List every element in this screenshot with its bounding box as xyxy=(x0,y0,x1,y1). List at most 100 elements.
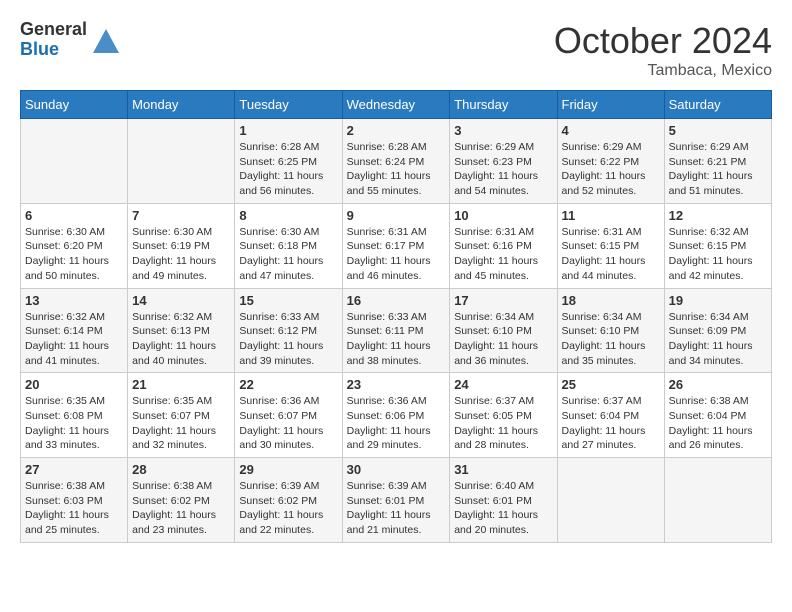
header-day-monday: Monday xyxy=(128,91,235,119)
header-day-sunday: Sunday xyxy=(21,91,128,119)
day-detail: Sunrise: 6:31 AMSunset: 6:15 PMDaylight:… xyxy=(562,225,660,284)
calendar-cell: 7 Sunrise: 6:30 AMSunset: 6:19 PMDaylight… xyxy=(128,203,235,288)
day-number: 31 xyxy=(454,462,552,477)
day-number: 21 xyxy=(132,377,230,392)
calendar-cell: 28Sunrise: 6:38 AMSunset: 6:02 PMDayligh… xyxy=(128,458,235,543)
day-detail: Sunrise: 6:28 AMSunset: 6:24 PMDaylight:… xyxy=(347,140,446,199)
header-row: SundayMondayTuesdayWednesdayThursdayFrid… xyxy=(21,91,772,119)
day-detail: Sunrise: 6:38 AMSunset: 6:04 PMDaylight:… xyxy=(669,394,767,453)
calendar-cell xyxy=(21,119,128,204)
calendar-cell: 13 Sunrise: 6:32 AMSunset: 6:14 PMDayligh… xyxy=(21,288,128,373)
day-number: 15 xyxy=(239,293,337,308)
day-number: 7 xyxy=(132,208,230,223)
calendar-cell: 17 Sunrise: 6:34 AMSunset: 6:10 PMDayligh… xyxy=(450,288,557,373)
day-number: 30 xyxy=(347,462,446,477)
day-number: 29 xyxy=(239,462,337,477)
calendar-cell: 2 Sunrise: 6:28 AMSunset: 6:24 PMDaylight… xyxy=(342,119,450,204)
logo-blue-text: Blue xyxy=(20,40,87,60)
day-detail: Sunrise: 6:37 AMSunset: 6:05 PMDaylight:… xyxy=(454,394,552,453)
day-number: 14 xyxy=(132,293,230,308)
day-detail: Sunrise: 6:36 AMSunset: 6:06 PMDaylight:… xyxy=(347,394,446,453)
day-detail: Sunrise: 6:32 AMSunset: 6:15 PMDaylight:… xyxy=(669,225,767,284)
calendar-cell: 22 Sunrise: 6:36 AMSunset: 6:07 PMDayligh… xyxy=(235,373,342,458)
calendar-cell: 11 Sunrise: 6:31 AMSunset: 6:15 PMDayligh… xyxy=(557,203,664,288)
location: Tambaca, Mexico xyxy=(554,62,772,80)
calendar-cell: 18 Sunrise: 6:34 AMSunset: 6:10 PMDayligh… xyxy=(557,288,664,373)
day-detail: Sunrise: 6:33 AMSunset: 6:11 PMDaylight:… xyxy=(347,310,446,369)
day-detail: Sunrise: 6:39 AMSunset: 6:01 PMDaylight:… xyxy=(347,479,446,538)
day-detail: Sunrise: 6:30 AMSunset: 6:20 PMDaylight:… xyxy=(25,225,123,284)
day-detail: Sunrise: 6:39 AMSunset: 6:02 PMDaylight:… xyxy=(239,479,337,538)
header-day-saturday: Saturday xyxy=(664,91,771,119)
day-number: 13 xyxy=(25,293,123,308)
day-detail: Sunrise: 6:30 AMSunset: 6:19 PMDaylight:… xyxy=(132,225,230,284)
day-number: 25 xyxy=(562,377,660,392)
day-detail: Sunrise: 6:31 AMSunset: 6:16 PMDaylight:… xyxy=(454,225,552,284)
day-detail: Sunrise: 6:36 AMSunset: 6:07 PMDaylight:… xyxy=(239,394,337,453)
day-detail: Sunrise: 6:29 AMSunset: 6:21 PMDaylight:… xyxy=(669,140,767,199)
day-detail: Sunrise: 6:38 AMSunset: 6:03 PMDaylight:… xyxy=(25,479,123,538)
day-number: 11 xyxy=(562,208,660,223)
day-detail: Sunrise: 6:34 AMSunset: 6:10 PMDaylight:… xyxy=(562,310,660,369)
header-day-friday: Friday xyxy=(557,91,664,119)
calendar-cell: 16 Sunrise: 6:33 AMSunset: 6:11 PMDayligh… xyxy=(342,288,450,373)
week-row-2: 6 Sunrise: 6:30 AMSunset: 6:20 PMDaylight… xyxy=(21,203,772,288)
day-detail: Sunrise: 6:34 AMSunset: 6:10 PMDaylight:… xyxy=(454,310,552,369)
calendar-cell: 31 Sunrise: 6:40 AMSunset: 6:01 PMDayligh… xyxy=(450,458,557,543)
calendar-table: SundayMondayTuesdayWednesdayThursdayFrid… xyxy=(20,90,772,543)
day-detail: Sunrise: 6:33 AMSunset: 6:12 PMDaylight:… xyxy=(239,310,337,369)
day-detail: Sunrise: 6:29 AMSunset: 6:23 PMDaylight:… xyxy=(454,140,552,199)
day-number: 22 xyxy=(239,377,337,392)
day-number: 18 xyxy=(562,293,660,308)
month-title: October 2024 xyxy=(554,20,772,62)
day-number: 9 xyxy=(347,208,446,223)
calendar-cell: 29 Sunrise: 6:39 AMSunset: 6:02 PMDayligh… xyxy=(235,458,342,543)
calendar-header: SundayMondayTuesdayWednesdayThursdayFrid… xyxy=(21,91,772,119)
day-detail: Sunrise: 6:31 AMSunset: 6:17 PMDaylight:… xyxy=(347,225,446,284)
day-number: 2 xyxy=(347,123,446,138)
logo: General Blue xyxy=(20,20,121,60)
day-number: 4 xyxy=(562,123,660,138)
day-number: 6 xyxy=(25,208,123,223)
day-detail: Sunrise: 6:32 AMSunset: 6:14 PMDaylight:… xyxy=(25,310,123,369)
day-detail: Sunrise: 6:35 AMSunset: 6:08 PMDaylight:… xyxy=(25,394,123,453)
day-number: 27 xyxy=(25,462,123,477)
calendar-cell: 8 Sunrise: 6:30 AMSunset: 6:18 PMDaylight… xyxy=(235,203,342,288)
title-section: October 2024 Tambaca, Mexico xyxy=(554,20,772,80)
calendar-body: 1 Sunrise: 6:28 AMSunset: 6:25 PMDaylight… xyxy=(21,119,772,543)
logo-general-text: General xyxy=(20,20,87,40)
day-number: 28 xyxy=(132,462,230,477)
week-row-5: 27 Sunrise: 6:38 AMSunset: 6:03 PMDayligh… xyxy=(21,458,772,543)
logo-icon xyxy=(91,25,121,55)
day-detail: Sunrise: 6:40 AMSunset: 6:01 PMDaylight:… xyxy=(454,479,552,538)
day-number: 1 xyxy=(239,123,337,138)
calendar-cell: 3Sunrise: 6:29 AMSunset: 6:23 PMDaylight… xyxy=(450,119,557,204)
calendar-cell: 10Sunrise: 6:31 AMSunset: 6:16 PMDayligh… xyxy=(450,203,557,288)
day-number: 12 xyxy=(669,208,767,223)
calendar-cell: 6 Sunrise: 6:30 AMSunset: 6:20 PMDaylight… xyxy=(21,203,128,288)
day-number: 26 xyxy=(669,377,767,392)
calendar-cell: 1 Sunrise: 6:28 AMSunset: 6:25 PMDaylight… xyxy=(235,119,342,204)
day-detail: Sunrise: 6:35 AMSunset: 6:07 PMDaylight:… xyxy=(132,394,230,453)
calendar-cell: 5Sunrise: 6:29 AMSunset: 6:21 PMDaylight… xyxy=(664,119,771,204)
day-number: 24 xyxy=(454,377,552,392)
week-row-1: 1 Sunrise: 6:28 AMSunset: 6:25 PMDaylight… xyxy=(21,119,772,204)
day-number: 8 xyxy=(239,208,337,223)
day-detail: Sunrise: 6:30 AMSunset: 6:18 PMDaylight:… xyxy=(239,225,337,284)
day-number: 17 xyxy=(454,293,552,308)
calendar-cell: 25Sunrise: 6:37 AMSunset: 6:04 PMDayligh… xyxy=(557,373,664,458)
day-detail: Sunrise: 6:28 AMSunset: 6:25 PMDaylight:… xyxy=(239,140,337,199)
calendar-cell xyxy=(128,119,235,204)
day-detail: Sunrise: 6:34 AMSunset: 6:09 PMDaylight:… xyxy=(669,310,767,369)
day-number: 23 xyxy=(347,377,446,392)
calendar-cell: 14Sunrise: 6:32 AMSunset: 6:13 PMDayligh… xyxy=(128,288,235,373)
calendar-cell: 26 Sunrise: 6:38 AMSunset: 6:04 PMDayligh… xyxy=(664,373,771,458)
calendar-cell: 21 Sunrise: 6:35 AMSunset: 6:07 PMDayligh… xyxy=(128,373,235,458)
day-number: 16 xyxy=(347,293,446,308)
calendar-cell: 4Sunrise: 6:29 AMSunset: 6:22 PMDaylight… xyxy=(557,119,664,204)
calendar-cell: 19Sunrise: 6:34 AMSunset: 6:09 PMDayligh… xyxy=(664,288,771,373)
calendar-cell xyxy=(557,458,664,543)
calendar-cell: 9 Sunrise: 6:31 AMSunset: 6:17 PMDaylight… xyxy=(342,203,450,288)
calendar-cell: 23 Sunrise: 6:36 AMSunset: 6:06 PMDayligh… xyxy=(342,373,450,458)
header-day-tuesday: Tuesday xyxy=(235,91,342,119)
